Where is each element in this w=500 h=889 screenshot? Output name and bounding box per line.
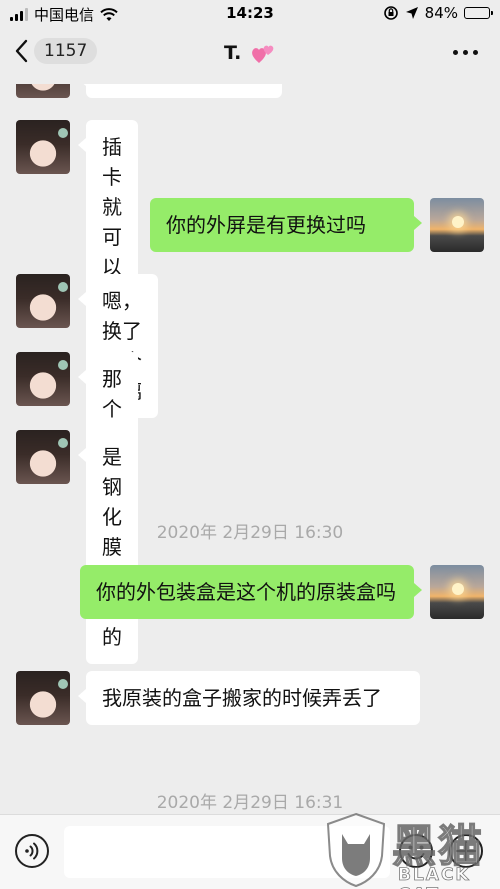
location-arrow-icon [405, 7, 418, 19]
more-options-button[interactable] [453, 50, 478, 55]
chat-header: 1157 T. [0, 28, 500, 84]
unread-count-badge: 1157 [34, 38, 98, 64]
battery-icon [464, 7, 493, 19]
message-bubble[interactable] [78, 84, 282, 98]
dot-icon [453, 50, 458, 55]
message-bubble[interactable]: 你的外包装盒是这个机的原装盒吗 [80, 565, 422, 619]
my-avatar[interactable] [430, 565, 484, 619]
contact-avatar[interactable] [16, 430, 70, 484]
battery-percent: 84% [424, 4, 458, 22]
dot-icon [463, 50, 468, 55]
status-right: 84% [383, 4, 493, 22]
back-button[interactable]: 1157 [14, 38, 98, 64]
message-input[interactable] [64, 826, 390, 878]
my-avatar[interactable] [430, 198, 484, 252]
chevron-left-icon [15, 39, 28, 63]
orientation-lock-icon [383, 6, 398, 20]
contact-avatar[interactable] [16, 84, 70, 98]
voice-input-button[interactable] [14, 833, 50, 869]
message-timestamp: 2020年 2月29日 16:30 [156, 523, 344, 543]
more-actions-plus-button[interactable] [448, 833, 484, 869]
contact-avatar[interactable] [16, 274, 70, 328]
dot-icon [473, 50, 478, 55]
message-bubble[interactable]: 是钢化膜一样的 [78, 430, 138, 664]
contact-avatar[interactable] [16, 671, 70, 725]
message-bubble[interactable]: 我原装的盒子搬家的时候弄丢了 [78, 671, 420, 725]
chat-input-bar [0, 814, 500, 889]
message-list[interactable]: 插卡就可以用了 你的外屏是有更换过吗 嗯，换了那个玻璃 那个不影响的 是钢化膜一… [0, 84, 500, 814]
status-bar: 中国电信 14:23 84% [0, 0, 500, 28]
message-timestamp: 2020年 2月29日 16:31 [156, 793, 344, 813]
contact-avatar[interactable] [16, 352, 70, 406]
two-hearts-icon [252, 45, 274, 63]
chat-title-text: T. [224, 42, 242, 64]
emoji-button[interactable] [398, 833, 434, 869]
contact-avatar[interactable] [16, 120, 70, 174]
message-bubble[interactable]: 你的外屏是有更换过吗 [150, 198, 422, 252]
